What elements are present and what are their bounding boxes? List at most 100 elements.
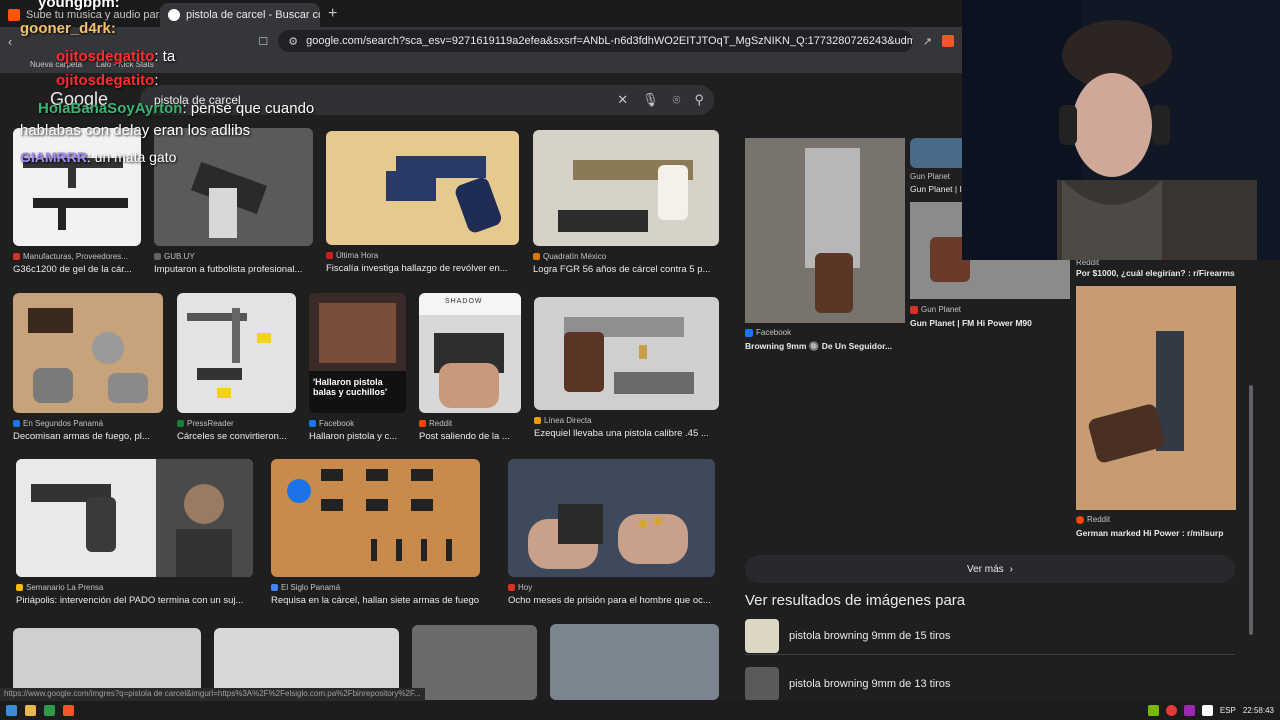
- tab-soundcloud[interactable]: Sube tu música y audio para compartir: [0, 3, 160, 27]
- source-favicon: [154, 253, 161, 260]
- bookmark-link[interactable]: Lalo - Kick Stats: [96, 60, 154, 69]
- source-favicon: [534, 417, 541, 424]
- volume-icon[interactable]: [1201, 705, 1213, 716]
- result-title[interactable]: G36c1200 de gel de la cár...: [13, 264, 141, 275]
- obs-icon[interactable]: [1165, 705, 1177, 716]
- panel-title[interactable]: Por $1000, ¿cuál elegirían? : r/Firearms: [1076, 268, 1241, 278]
- back-icon[interactable]: ‹: [8, 34, 12, 49]
- tab-google-search[interactable]: pistola de carcel - Buscar con Google ✕: [160, 3, 320, 27]
- search-input[interactable]: pistola de carcel ✕ 🎙 ⌾ ⚲: [140, 85, 714, 115]
- result-title[interactable]: Imputaron a futbolista profesional...: [154, 264, 313, 275]
- source-favicon: [419, 420, 426, 427]
- page-scrollbar[interactable]: [1249, 385, 1253, 635]
- source-favicon: [13, 253, 20, 260]
- result-source: GUB.UY: [164, 252, 195, 261]
- result-thumbnail[interactable]: SHADOW: [419, 293, 521, 413]
- result-title[interactable]: Ocho meses de prisión para el hombre que…: [508, 595, 715, 606]
- image-result[interactable]: [550, 624, 719, 700]
- language-indicator[interactable]: ESP: [1220, 706, 1236, 715]
- search-icon[interactable]: ⚲: [694, 92, 704, 108]
- result-title[interactable]: Hallaron pistola y c...: [309, 431, 406, 442]
- related-search-item[interactable]: pistola browning 9mm de 13 tiros: [745, 665, 1235, 700]
- result-title[interactable]: Fiscalía investiga hallazgo de revólver …: [326, 263, 519, 274]
- result-thumbnail[interactable]: [13, 293, 163, 413]
- url-text: google.com/search?sca_esv=9271619119a2ef…: [306, 35, 913, 47]
- result-title[interactable]: Post saliendo de la ...: [419, 431, 521, 442]
- related-thumbnail: [745, 618, 779, 653]
- source-favicon: [508, 584, 515, 591]
- image-result[interactable]: SHADOW Reddit Post saliendo de la ...: [419, 293, 521, 442]
- thumbnail-caption: 'Hallaron pistola balas y cuchillos': [313, 377, 388, 397]
- result-thumbnail[interactable]: [533, 130, 719, 246]
- image-result[interactable]: En Segundos Panamá Decomisan armas de fu…: [13, 293, 163, 442]
- result-title[interactable]: Ezequiel llevaba una pistola calibre .45…: [534, 428, 719, 439]
- brave-shield-icon[interactable]: [942, 35, 954, 47]
- result-thumbnail[interactable]: [154, 128, 313, 246]
- result-title[interactable]: Decomisan armas de fuego, pl...: [13, 431, 163, 442]
- result-thumbnail[interactable]: [16, 459, 253, 577]
- result-source: Manufacturas, Proveedores...: [23, 252, 128, 261]
- result-thumbnail[interactable]: [412, 625, 537, 700]
- nvidia-icon[interactable]: [1147, 705, 1159, 716]
- panel-title[interactable]: Browning 9mm 🔘 De Un Seguidor...: [745, 341, 905, 352]
- image-result[interactable]: GUB.UY Imputaron a futbolista profesiona…: [154, 128, 313, 275]
- result-title[interactable]: Requisa en la cárcel, hallan siete armas…: [271, 595, 480, 606]
- result-title[interactable]: Cárceles se convirtieron...: [177, 431, 296, 442]
- result-title[interactable]: Piriápolis: intervención del PADO termin…: [16, 595, 253, 606]
- image-result[interactable]: Manufacturas, Proveedores... G36c1200 de…: [13, 128, 141, 275]
- result-thumbnail[interactable]: [326, 131, 519, 245]
- panel-title[interactable]: Gun Planet | I: [910, 184, 970, 194]
- bookmark-folder[interactable]: Nueva carpeta: [30, 60, 82, 69]
- status-url-preview: https://www.google.com/imgres?q=pistola …: [0, 688, 425, 701]
- result-thumbnail[interactable]: [177, 293, 296, 413]
- image-result[interactable]: Semanario La Prensa Piriápolis: interven…: [16, 459, 253, 606]
- tab-strip: Sube tu música y audio para compartir pi…: [0, 0, 962, 27]
- google-logo[interactable]: Google: [50, 89, 108, 110]
- image-result[interactable]: [412, 625, 537, 700]
- image-result[interactable]: Línea Directa Ezequiel llevaba una pisto…: [534, 297, 719, 439]
- panel-title[interactable]: Gun Planet | FM Hi Power M90: [910, 318, 1032, 328]
- panel-source: Facebook: [756, 328, 792, 337]
- result-thumbnail[interactable]: [534, 297, 719, 410]
- address-bar[interactable]: ⚙ google.com/search?sca_esv=9271619119a2…: [278, 30, 913, 52]
- clock[interactable]: 22:58:43: [1243, 706, 1274, 715]
- source-favicon: [910, 305, 918, 314]
- image-result[interactable]: 'Hallaron pistola balas y cuchillos' Fac…: [309, 293, 406, 442]
- bookmarks-bar: Nueva carpeta Lalo - Kick Stats: [0, 55, 962, 73]
- result-thumbnail[interactable]: [13, 128, 141, 246]
- related-search-item[interactable]: pistola browning 9mm de 15 tiros: [745, 617, 1235, 655]
- result-thumbnail[interactable]: [271, 459, 480, 577]
- result-source: PressReader: [187, 419, 234, 428]
- result-thumbnail[interactable]: [508, 459, 715, 577]
- tray-app-icon[interactable]: [1183, 705, 1195, 716]
- image-result[interactable]: PressReader Cárceles se convirtieron...: [177, 293, 296, 442]
- result-thumbnail[interactable]: 'Hallaron pistola balas y cuchillos': [309, 293, 406, 413]
- clear-icon[interactable]: ✕: [617, 92, 628, 108]
- result-title[interactable]: Logra FGR 56 años de cárcel contra 5 p..…: [533, 264, 719, 275]
- webcam-overlay: [962, 0, 1280, 260]
- result-thumbnail[interactable]: [550, 624, 719, 700]
- share-icon[interactable]: ↗: [923, 35, 932, 48]
- file-explorer-icon[interactable]: [25, 705, 36, 716]
- source-favicon: [177, 420, 184, 427]
- new-tab-button[interactable]: +: [320, 5, 345, 27]
- panel-title[interactable]: German marked Hi Power : r/milsurp: [1076, 528, 1223, 538]
- ver-mas-button[interactable]: Ver más ›: [745, 555, 1235, 583]
- app-icon[interactable]: [44, 705, 55, 716]
- chevron-right-icon: ›: [1009, 563, 1014, 575]
- panel-image[interactable]: [1076, 286, 1236, 510]
- site-settings-icon[interactable]: ⚙: [288, 35, 298, 48]
- bookmark-icon[interactable]: ☐: [258, 35, 268, 48]
- lens-icon[interactable]: ⌾: [673, 92, 681, 108]
- image-result[interactable]: Hoy Ocho meses de prisión para el hombre…: [508, 459, 715, 606]
- panel-image[interactable]: [910, 138, 970, 168]
- microphone-icon[interactable]: 🎙: [642, 92, 659, 108]
- start-icon[interactable]: [6, 705, 17, 716]
- brave-icon[interactable]: [63, 705, 74, 716]
- google-header: Google pistola de carcel ✕ 🎙 ⌾ ⚲: [0, 73, 962, 125]
- image-result[interactable]: Quadratín México Logra FGR 56 años de cá…: [533, 130, 719, 275]
- image-result[interactable]: Última Hora Fiscalía investiga hallazgo …: [326, 131, 519, 274]
- panel-image[interactable]: [745, 138, 905, 323]
- panel-source: Reddit: [1087, 515, 1111, 524]
- image-result[interactable]: El Siglo Panamá Requisa en la cárcel, ha…: [271, 459, 480, 606]
